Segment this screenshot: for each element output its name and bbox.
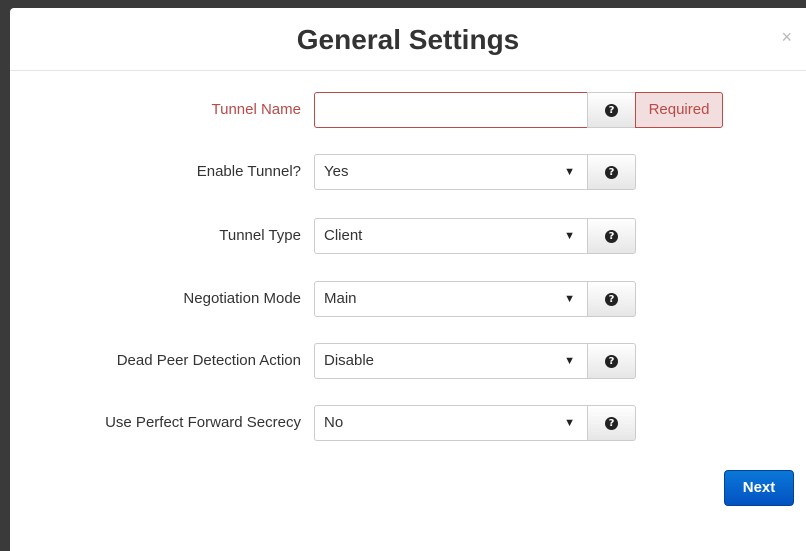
close-icon[interactable]: × [781,28,792,46]
enable-tunnel-label: Enable Tunnel? [196,163,301,180]
caret-down-icon: ▼ [564,417,575,429]
perfect-forward-secrecy-select[interactable]: No ▼ [314,405,588,441]
modal-header: General Settings × [10,8,806,71]
dead-peer-detection-select[interactable]: Disable ▼ [314,343,588,379]
question-circle-icon: ? [605,354,618,368]
question-circle-icon: ? [605,103,618,117]
form-row-dead-peer-detection: Dead Peer Detection Action Disable ▼ ? [10,343,806,379]
tunnel-type-help-button[interactable]: ? [587,218,636,254]
caret-down-icon: ▼ [564,293,575,305]
next-button[interactable]: Next [724,470,794,506]
question-circle-icon: ? [605,416,618,430]
negotiation-mode-label: Negotiation Mode [183,290,301,307]
question-circle-icon: ? [605,292,618,306]
negotiation-mode-help-button[interactable]: ? [587,281,636,317]
modal-title: General Settings [296,24,520,55]
caret-down-icon: ▼ [564,230,575,242]
required-badge: Required [635,92,723,128]
form-row-tunnel-name: Tunnel Name ? Required [10,92,806,128]
perfect-forward-secrecy-label: Use Perfect Forward Secrecy [105,414,301,431]
negotiation-mode-select[interactable]: Main ▼ [314,281,588,317]
select-value: Disable [324,352,375,369]
dead-peer-detection-help-button[interactable]: ? [587,343,636,379]
question-circle-icon: ? [605,165,618,179]
tunnel-type-select[interactable]: Client ▼ [314,218,588,254]
tunnel-type-label: Tunnel Type [219,227,301,244]
general-settings-modal: General Settings × Tunnel Name ? Require… [10,8,806,551]
select-value: Yes [324,163,349,180]
tunnel-name-help-button[interactable]: ? [587,92,636,128]
dead-peer-detection-label: Dead Peer Detection Action [116,352,301,369]
question-circle-icon: ? [605,229,618,243]
form-row-enable-tunnel: Enable Tunnel? Yes ▼ ? [10,154,806,190]
form-row-negotiation-mode: Negotiation Mode Main ▼ ? [10,281,806,317]
enable-tunnel-help-button[interactable]: ? [587,154,636,190]
select-value: Main [324,290,357,307]
enable-tunnel-select[interactable]: Yes ▼ [314,154,588,190]
form-row-tunnel-type: Tunnel Type Client ▼ ? [10,218,806,254]
select-value: No [324,414,344,431]
caret-down-icon: ▼ [564,355,575,367]
caret-down-icon: ▼ [564,166,575,178]
form-row-perfect-forward-secrecy: Use Perfect Forward Secrecy No ▼ ? [10,405,806,441]
select-value: Client [324,227,363,244]
tunnel-name-input[interactable] [314,92,588,128]
perfect-forward-secrecy-help-button[interactable]: ? [587,405,636,441]
tunnel-name-label: Tunnel Name [211,101,302,118]
